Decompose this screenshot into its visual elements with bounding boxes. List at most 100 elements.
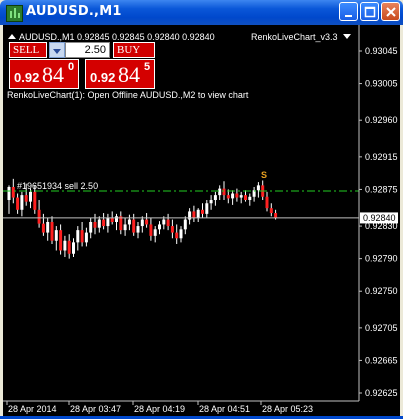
candle-body (80, 230, 84, 243)
candle-body (97, 219, 101, 228)
chart-message: RenkoLiveChart(1): Open Offline AUDUSD.,… (7, 90, 249, 100)
candle-body (29, 191, 32, 202)
title-bar[interactable]: AUDUSD.,M1 (0, 0, 403, 25)
candle-body (16, 197, 20, 210)
candle-body (140, 219, 144, 227)
time-tick-label: 28 Apr 2014 (8, 404, 57, 414)
minimize-button[interactable] (339, 2, 358, 21)
candle-body (115, 216, 118, 222)
candle-body (209, 200, 213, 204)
time-tick-label: 28 Apr 04:19 (134, 404, 185, 414)
candle-body (162, 219, 166, 225)
time-tick-label: 28 Apr 03:47 (70, 404, 121, 414)
price-tick-label: 0.92665 (365, 355, 398, 365)
buy-price-small: 0.92 (90, 70, 116, 85)
candle-body (170, 226, 174, 233)
candle-body (218, 188, 222, 196)
candle-body (59, 230, 63, 251)
price-tick-label: 0.92915 (365, 152, 398, 162)
candle-body (50, 222, 54, 241)
candle-body (196, 209, 200, 218)
price-tick-label: 0.92790 (365, 254, 398, 264)
price-tick-label: 0.93045 (365, 46, 398, 56)
candle-body (274, 213, 278, 218)
window-title: AUDUSD.,M1 (26, 4, 122, 19)
time-tick-label: 28 Apr 04:51 (199, 404, 250, 414)
candle-body (93, 222, 97, 228)
maximize-icon (364, 6, 376, 18)
candle-body (201, 209, 204, 214)
sell-price-button[interactable]: 0.92 84 0 (9, 59, 79, 89)
price-tick-label: 0.93005 (365, 79, 398, 89)
candle-body (106, 217, 110, 227)
candle-body (37, 209, 41, 224)
indicator-name: RenkoLiveChart_v3.3 (251, 32, 338, 42)
one-click-trading-panel: SELL 2.50 BUY 0.92 84 0 0.92 84 5 (9, 42, 156, 89)
candle-body (54, 230, 58, 241)
candle-body (231, 193, 235, 199)
chevron-down-icon (53, 49, 61, 54)
close-icon (386, 7, 396, 17)
candle-body (265, 196, 269, 209)
candle-body (213, 195, 217, 201)
close-button[interactable] (381, 2, 400, 21)
candle-body (46, 222, 50, 233)
candle-body (239, 195, 243, 198)
lot-dropdown[interactable] (49, 42, 65, 58)
sell-price-big: 84 (42, 62, 64, 87)
candle-body (222, 188, 226, 196)
candle-body (205, 203, 209, 214)
sell-button[interactable]: SELL (9, 42, 47, 58)
candle-body (153, 229, 157, 236)
candle-body (102, 219, 106, 227)
candle-body (67, 240, 71, 254)
sell-price-sup: 0 (68, 61, 75, 73)
candle-body (72, 242, 75, 254)
candle-body (183, 219, 187, 230)
chart-window-icon (6, 5, 23, 22)
candle-body (33, 191, 37, 210)
candle-body (149, 224, 153, 236)
candle-body (84, 232, 88, 243)
price-tick-label: 0.92705 (365, 323, 398, 333)
candle-body (248, 196, 252, 201)
candle-body (41, 223, 45, 233)
candle-body (127, 219, 131, 225)
order-label: #19651934 sell 2.50 (17, 181, 98, 191)
candle-body (158, 224, 161, 230)
candle-body (24, 195, 28, 202)
price-tick-label: 0.92750 (365, 286, 398, 296)
price-tick-label: 0.92625 (365, 388, 398, 398)
candle-body (123, 224, 127, 231)
maximize-button[interactable] (360, 2, 379, 21)
candle-body (76, 230, 80, 243)
lot-size-input[interactable]: 2.50 (65, 42, 110, 58)
candle-body (175, 232, 179, 239)
sell-price-small: 0.92 (14, 70, 40, 85)
buy-price-big: 84 (118, 62, 140, 87)
price-tick-label: 0.92960 (365, 115, 398, 125)
candle-body (7, 186, 11, 201)
current-price-label: 0.92840 (363, 213, 396, 223)
candle-body (166, 219, 170, 227)
buy-price-button[interactable]: 0.92 84 5 (85, 59, 155, 89)
buy-price-sup: 5 (144, 61, 151, 73)
buy-button[interactable]: BUY (113, 42, 155, 58)
symbol-arrow-icon (8, 34, 16, 39)
candle-body (20, 195, 24, 210)
candle-body (256, 185, 260, 191)
candle-body (179, 229, 183, 239)
terminal-window: AUDUSD.,M1 0.93045 0.93005 0.92960 0.92915 0… (0, 0, 403, 419)
symbol-info: AUDUSD.,M1 0.92845 0.92845 0.92840 0.928… (19, 32, 215, 42)
indicator-arrow-icon (343, 34, 351, 39)
candle-body (145, 219, 149, 225)
candle-body (244, 195, 247, 201)
candle-body (132, 219, 136, 233)
candle-body (89, 222, 93, 233)
candle-body (110, 217, 114, 222)
candle-body (269, 208, 273, 214)
sell-marker: S (261, 170, 267, 180)
candle-body (136, 226, 140, 233)
time-tick-label: 28 Apr 05:23 (262, 404, 313, 414)
candle-body (192, 211, 196, 218)
